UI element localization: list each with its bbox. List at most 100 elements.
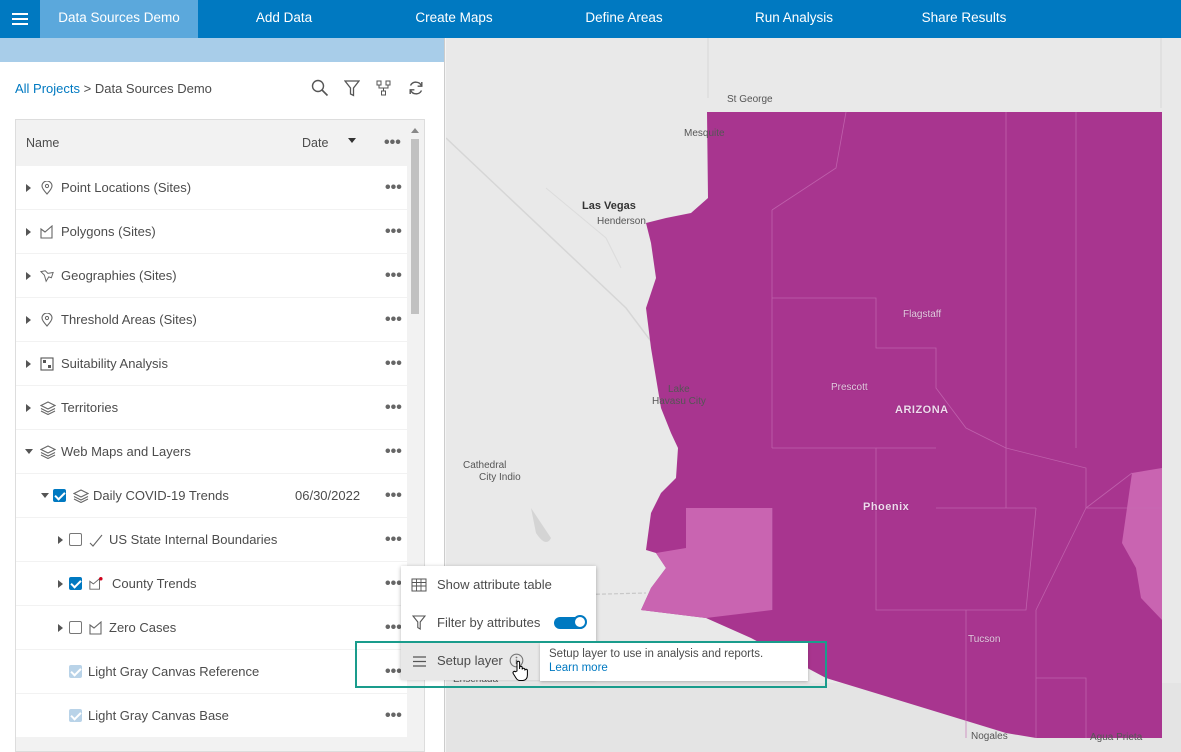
layer-visibility-checkbox: [69, 709, 82, 722]
list-item[interactable]: Light Gray Canvas Reference •••: [16, 650, 407, 693]
line-icon: [89, 533, 103, 547]
top-nav-bar: Data Sources Demo Add Data Create Maps D…: [0, 0, 1181, 38]
column-header-date[interactable]: Date: [302, 136, 328, 150]
map-label-henderson: Henderson: [597, 216, 646, 227]
list-item-label: Web Maps and Layers: [61, 444, 191, 459]
list-item-label: Threshold Areas (Sites): [61, 312, 197, 327]
row-more-options-button[interactable]: •••: [385, 311, 402, 327]
scrollbar-thumb[interactable]: [411, 139, 419, 314]
header-more-options-button[interactable]: •••: [384, 134, 401, 150]
suitability-icon: [40, 356, 54, 371]
tab-define-areas[interactable]: Define Areas: [538, 0, 710, 38]
table-icon: [411, 577, 427, 593]
map-label-havasu-city: Havasu City: [652, 396, 706, 407]
layer-visibility-checkbox[interactable]: [53, 489, 66, 502]
polygon-icon: [89, 620, 103, 635]
row-more-options-button[interactable]: •••: [385, 179, 402, 195]
refresh-icon[interactable]: [406, 78, 426, 98]
map-label-tucson: Tucson: [968, 634, 1001, 645]
breadcrumb: All Projects > Data Sources Demo: [15, 81, 212, 96]
expand-caret-icon[interactable]: [26, 315, 31, 324]
layer-list-header: Name Date •••: [16, 120, 424, 165]
tab-share-results[interactable]: Share Results: [878, 0, 1050, 38]
row-more-options-button[interactable]: •••: [385, 531, 402, 547]
map-label-flagstaff: Flagstaff: [903, 309, 942, 320]
geography-icon: [40, 269, 54, 283]
list-item[interactable]: Threshold Areas (Sites) •••: [16, 298, 407, 341]
row-more-options-button[interactable]: •••: [385, 399, 402, 415]
layer-visibility-checkbox[interactable]: [69, 621, 82, 634]
list-item[interactable]: Zero Cases •••: [16, 606, 407, 649]
panel-toolbar: [310, 78, 426, 98]
list-item[interactable]: Suitability Analysis •••: [16, 342, 407, 385]
row-more-options-button[interactable]: •••: [385, 267, 402, 283]
scroll-up-arrow-icon[interactable]: [411, 128, 419, 133]
expand-caret-icon[interactable]: [26, 359, 31, 368]
map-label-agua-prieta: Agua Prieta: [1090, 732, 1143, 743]
list-item[interactable]: Territories •••: [16, 386, 407, 429]
list-item[interactable]: Point Locations (Sites) •••: [16, 166, 407, 209]
hierarchy-icon[interactable]: [374, 78, 394, 98]
tab-data-sources-demo[interactable]: Data Sources Demo: [40, 0, 198, 38]
list-item-label: Light Gray Canvas Base: [88, 708, 229, 723]
map-label-st-george: St George: [727, 94, 773, 105]
row-more-options-button[interactable]: •••: [385, 619, 402, 635]
list-item[interactable]: Geographies (Sites) •••: [16, 254, 407, 297]
expand-caret-icon[interactable]: [58, 579, 63, 588]
expand-caret-icon[interactable]: [26, 227, 31, 236]
list-item-label: Point Locations (Sites): [61, 180, 192, 195]
tab-run-analysis[interactable]: Run Analysis: [710, 0, 878, 38]
panel-header-band: [0, 38, 444, 62]
collapse-caret-icon[interactable]: [25, 449, 33, 454]
layer-visibility-checkbox[interactable]: [69, 577, 82, 590]
menu-item-filter-by-attributes[interactable]: Filter by attributes: [401, 604, 596, 641]
breadcrumb-all-projects-link[interactable]: All Projects: [15, 81, 80, 96]
hamburger-menu-icon[interactable]: [0, 0, 40, 38]
row-more-options-button[interactable]: •••: [385, 355, 402, 371]
expand-caret-icon[interactable]: [26, 183, 31, 192]
row-more-options-button[interactable]: •••: [385, 223, 402, 239]
list-item[interactable]: Polygons (Sites) •••: [16, 210, 407, 253]
pin-icon: [40, 312, 54, 327]
polygon-icon: [89, 576, 103, 591]
layers-icon: [40, 444, 56, 459]
list-item-label: US State Internal Boundaries: [109, 532, 278, 547]
filter-toggle-switch[interactable]: [554, 615, 587, 629]
menu-item-label: Filter by attributes: [437, 615, 541, 630]
sort-descending-icon[interactable]: [348, 138, 356, 143]
row-more-options-button[interactable]: •••: [385, 487, 402, 503]
list-item-label: Geographies (Sites): [61, 268, 177, 283]
row-more-options-button[interactable]: •••: [385, 575, 402, 591]
column-header-name[interactable]: Name: [26, 136, 59, 150]
layers-icon: [73, 488, 89, 503]
collapse-caret-icon[interactable]: [41, 493, 49, 498]
map-label-nogales: Nogales: [971, 731, 1008, 742]
search-icon[interactable]: [310, 78, 330, 98]
breadcrumb-separator: >: [80, 81, 95, 96]
list-item[interactable]: US State Internal Boundaries •••: [16, 518, 407, 561]
tab-add-data[interactable]: Add Data: [198, 0, 370, 38]
expand-caret-icon[interactable]: [26, 271, 31, 280]
list-item[interactable]: Light Gray Canvas Base •••: [16, 694, 407, 737]
list-item[interactable]: Daily COVID-19 Trends 06/30/2022 •••: [16, 474, 407, 517]
list-item[interactable]: County Trends •••: [16, 562, 407, 605]
list-item-label: Territories: [61, 400, 119, 415]
tab-create-maps[interactable]: Create Maps: [370, 0, 538, 38]
row-more-options-button[interactable]: •••: [385, 707, 402, 723]
map-label-lake: Lake: [668, 384, 690, 395]
layer-visibility-checkbox[interactable]: [69, 533, 82, 546]
expand-caret-icon[interactable]: [58, 623, 63, 632]
expand-caret-icon[interactable]: [58, 535, 63, 544]
list-item-label: Daily COVID-19 Trends: [93, 488, 229, 503]
list-item-date: 06/30/2022: [295, 488, 361, 503]
menu-item-label: Show attribute table: [437, 577, 552, 592]
filter-icon[interactable]: [342, 78, 362, 98]
row-more-options-button[interactable]: •••: [385, 443, 402, 459]
expand-caret-icon[interactable]: [26, 403, 31, 412]
highlight-focus-box: [355, 641, 827, 688]
menu-item-show-attribute-table[interactable]: Show attribute table: [401, 566, 596, 603]
list-item[interactable]: Web Maps and Layers •••: [16, 430, 407, 473]
list-item-label: Polygons (Sites): [61, 224, 156, 239]
polygon-icon: [40, 224, 54, 239]
filter-icon: [411, 615, 427, 631]
